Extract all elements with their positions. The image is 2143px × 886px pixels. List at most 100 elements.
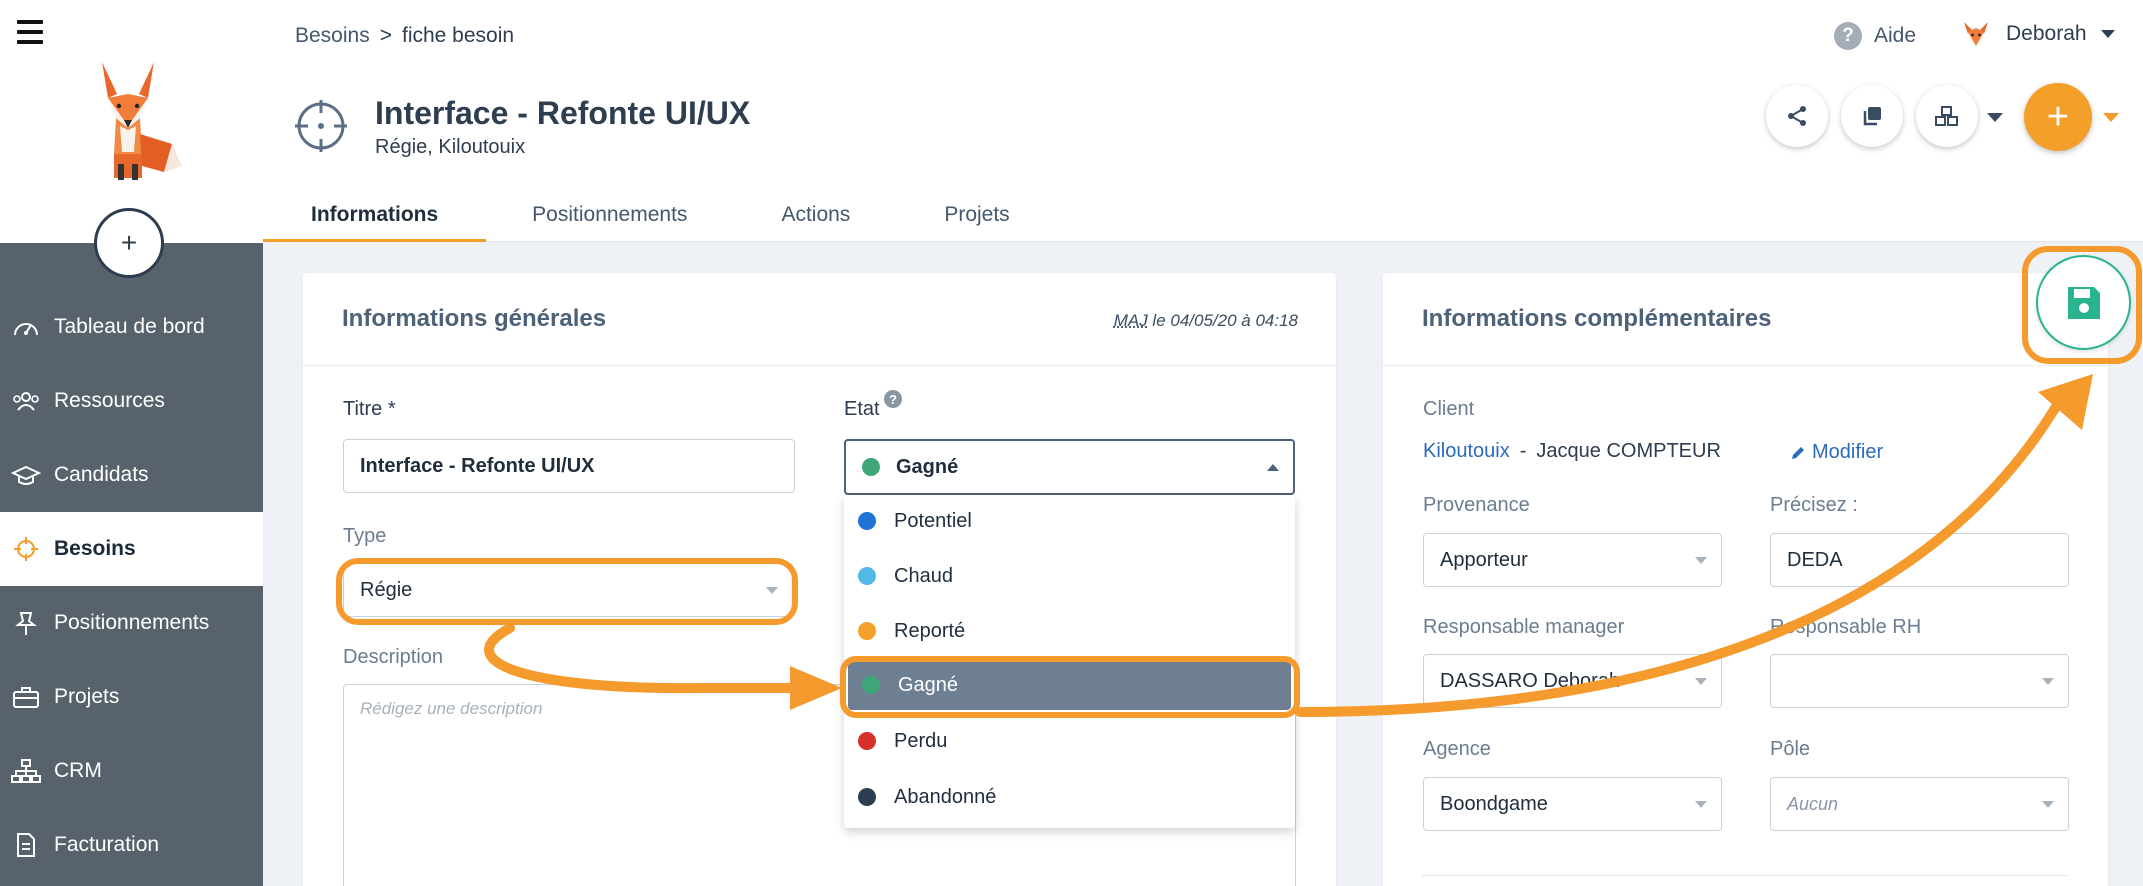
help-link[interactable]: ? Aide [1834,22,1916,50]
titre-input[interactable]: Interface - Refonte UI/UX [343,439,795,493]
tab-actions[interactable]: Actions [734,193,897,242]
status-dot [858,788,876,806]
help-icon: ? [1834,22,1862,50]
card-title: Informations complémentaires [1422,305,1772,332]
option-label: Perdu [894,729,948,752]
precisez-label: Précisez : [1770,494,1858,516]
etat-dropdown-menu: Potentiel Chaud Reporté Gagné Perdu Aban… [844,495,1295,828]
create-button[interactable]: + [2024,83,2092,151]
menu-icon[interactable] [17,20,43,44]
copy-icon [1863,107,1881,126]
breadcrumb-separator: > [379,24,392,47]
sidebar-item-facturation[interactable]: Facturation [0,808,263,882]
users-icon [8,386,44,416]
sidebar-item-besoins[interactable]: Besoins [0,512,263,586]
tab-projets[interactable]: Projets [897,193,1056,242]
chevron-down-icon [1695,557,1707,564]
share-icon [1788,106,1806,126]
breadcrumb-parent[interactable]: Besoins [295,24,370,48]
sidebar-item-positionnements[interactable]: Positionnements [0,586,263,660]
document-icon [8,830,44,860]
etat-help-icon[interactable]: ? [884,390,902,408]
sidebar-item-label: Besoins [54,537,136,560]
tab-label: Informations [311,203,439,226]
user-name: Deborah [2006,22,2087,45]
status-dot [858,512,876,530]
manager-value: DASSARO Deborah [1440,669,1621,692]
apps-button[interactable] [1916,85,1978,147]
chevron-up-icon [1267,464,1279,471]
save-button[interactable] [2036,255,2131,350]
sidebar-nav: Tableau de bord Ressources Candidats Bes… [0,290,263,882]
tab-label: Positionnements [532,203,688,226]
chevron-down-icon [1695,678,1707,685]
breadcrumb-current: fiche besoin [401,24,515,47]
user-menu[interactable]: Deborah [1960,18,2115,50]
manager-label: Responsable manager [1423,616,1625,638]
duplicate-button[interactable] [1841,85,1903,147]
create-dropdown-caret[interactable] [2103,113,2119,122]
pole-placeholder: Aucun [1787,793,1839,814]
etat-option-perdu[interactable]: Perdu [844,715,1295,767]
sidebar-item-crm[interactable]: CRM [0,734,263,808]
precisez-input[interactable]: DEDA [1770,533,2069,587]
divider [1422,875,2067,876]
tab-label: Actions [781,203,851,226]
etat-option-gagne[interactable]: Gagné [848,660,1291,710]
tab-informations[interactable]: Informations [263,193,487,242]
etat-value: Gagné [896,455,959,478]
etat-label: Etat [844,398,880,420]
crosshair-icon [8,534,44,564]
provenance-select[interactable]: Apporteur [1423,533,1722,587]
quick-add-button[interactable]: + [94,208,164,278]
precisez-value: DEDA [1787,548,1843,571]
rh-label: Responsable RH [1770,616,1922,638]
card-header: Informations générales MAJ le 04/05/20 à… [303,273,1336,366]
create-label: + [2046,95,2070,138]
sidebar-item-candidats[interactable]: Candidats [0,438,263,512]
type-label: Type [343,525,387,547]
page-title: Interface - Refonte UI/UX [375,95,751,131]
agence-select[interactable]: Boondgame [1423,777,1722,831]
apps-dropdown-caret[interactable] [1987,113,2003,122]
pin-icon [8,608,44,638]
avatar [1964,22,1988,46]
etat-option-potentiel[interactable]: Potentiel [844,495,1295,547]
etat-option-abandonne[interactable]: Abandonné [844,771,1295,823]
page-header: Besoins > fiche besoin Interface - Refon… [263,0,2143,242]
etat-option-reporte[interactable]: Reporté [844,605,1295,657]
rh-select[interactable] [1770,654,2069,708]
share-button[interactable] [1766,85,1828,147]
sidebar-item-label: Positionnements [54,611,210,634]
modify-client-link[interactable]: Modifier [1790,441,1883,464]
etat-help-glyph: ? [889,391,897,407]
option-label: Potentiel [894,509,972,532]
client-label: Client [1423,398,1475,420]
status-dot [858,622,876,640]
titre-value: Interface - Refonte UI/UX [360,454,595,477]
pencil-icon [1792,446,1804,459]
sidebar-item-projets[interactable]: Projets [0,660,263,734]
chevron-down-icon [2100,30,2115,38]
tab-bar: Informations Positionnements Actions Pro… [263,193,1057,242]
sidebar-item-label: Projets [54,685,120,708]
tab-positionnements[interactable]: Positionnements [486,193,734,242]
chevron-down-icon [766,587,778,594]
agence-value: Boondgame [1440,792,1548,815]
pole-select[interactable]: Aucun [1770,777,2069,831]
breadcrumb: Besoins > fiche besoin [295,24,514,48]
client-value: Kiloutouix - Jacque COMPTEUR [1423,440,1721,463]
chevron-down-icon [2042,801,2054,808]
etat-option-chaud[interactable]: Chaud [844,550,1295,602]
chevron-down-icon [2042,678,2054,685]
description-placeholder: Rédigez une description [360,699,543,718]
sidebar-item-ressources[interactable]: Ressources [0,364,263,438]
manager-select[interactable]: DASSARO Deborah [1423,654,1722,708]
sidebar-item-tableau-de-bord[interactable]: Tableau de bord [0,290,263,364]
card-title: Informations générales [342,305,607,332]
modify-label: Modifier [1812,441,1884,463]
client-company-link[interactable]: Kiloutouix [1423,440,1510,463]
etat-select[interactable]: Gagné [844,439,1295,495]
type-select[interactable]: Régie [343,563,793,617]
floppy-disk-icon [2067,286,2100,319]
